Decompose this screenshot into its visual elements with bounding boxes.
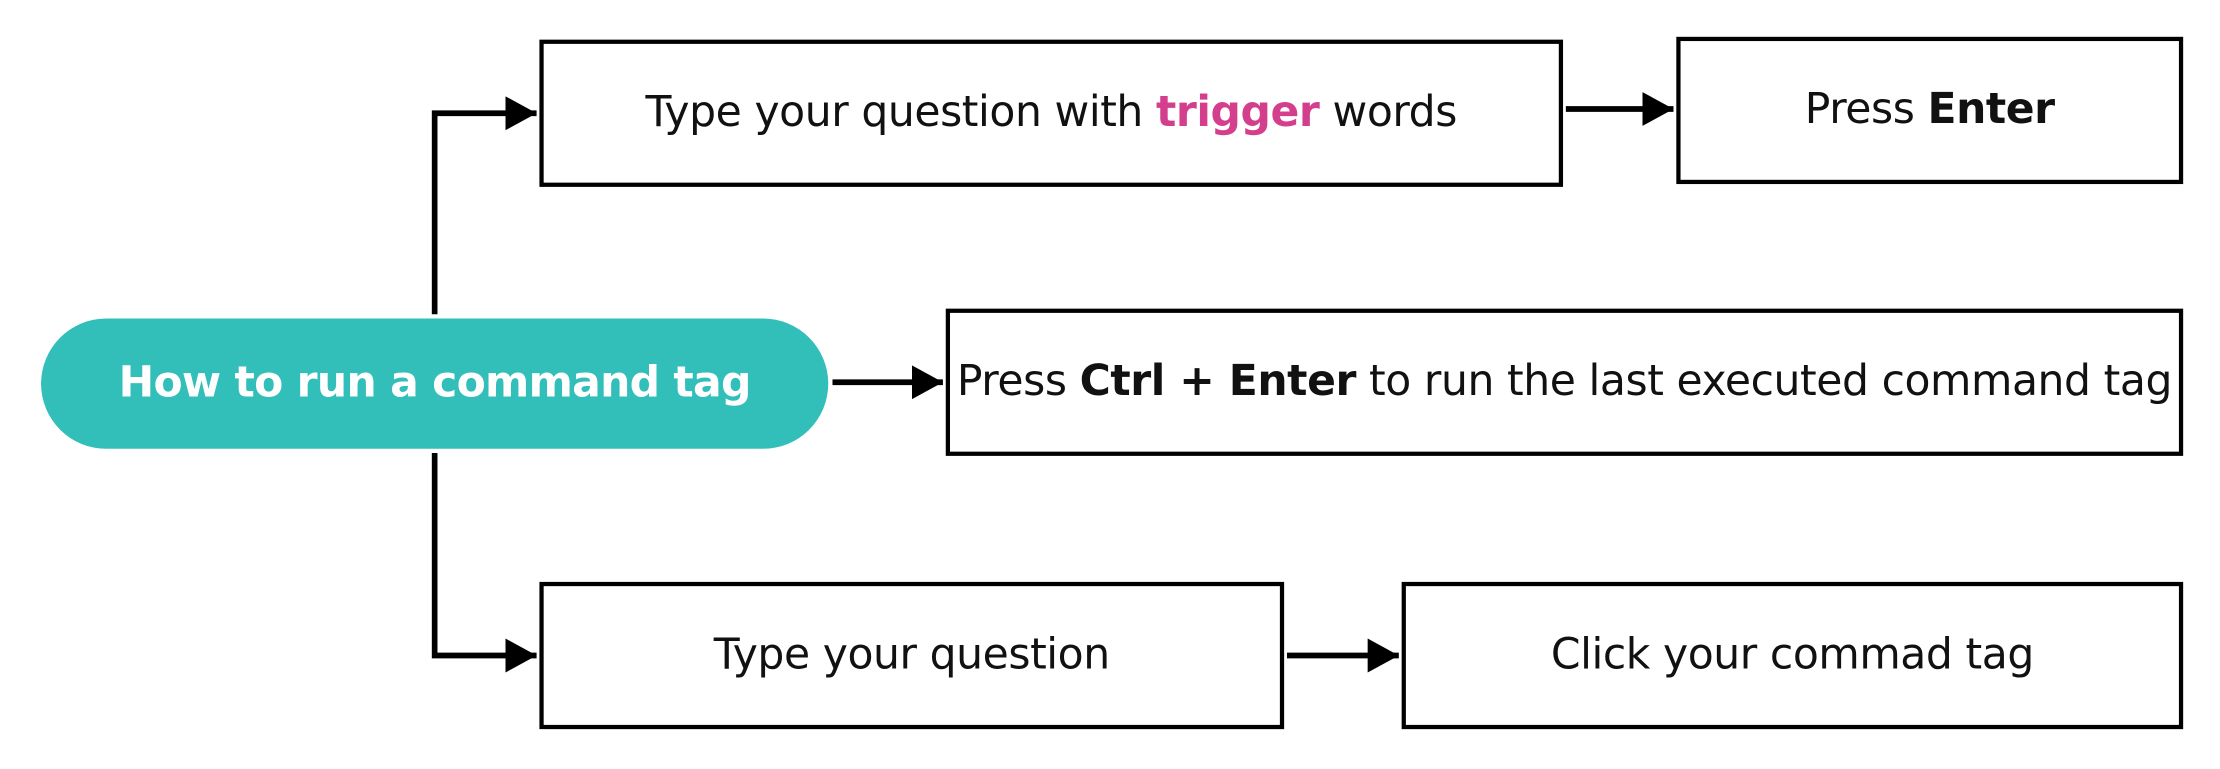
ctrl-enter-suffix: to run the last executed command tag	[1355, 356, 2173, 407]
step-click-tag-box: Click your commad tag	[1401, 581, 2184, 730]
step-press-enter-text: Press Enter	[1805, 88, 2055, 131]
step-type-question-box: Type your question	[539, 581, 1285, 730]
trigger-word-highlight: trigger	[1156, 87, 1320, 138]
step-click-tag-text: Click your commad tag	[1550, 630, 2034, 680]
step-ctrl-enter-box: Press Ctrl + Enter to run the last execu…	[945, 308, 2184, 456]
ctrl-enter-keys: Ctrl + Enter	[1079, 356, 1357, 407]
connector-root-to-trigger-step	[431, 96, 537, 315]
enter-key-label: Enter	[1927, 84, 2056, 135]
step-ctrl-enter-text: Press Ctrl + Enter to run the last execu…	[957, 360, 2173, 403]
ctrl-enter-prefix: Press	[956, 356, 1080, 407]
step-type-with-trigger-box: Type your question with trigger words	[539, 39, 1564, 187]
step-type-with-trigger-text: Type your question with trigger words	[646, 91, 1458, 134]
step-type-question-text: Type your question	[713, 630, 1110, 680]
connector-root-to-type-step	[431, 453, 537, 673]
root-node-label: How to run a command tag	[118, 358, 752, 408]
press-enter-prefix: Press	[1804, 84, 1928, 135]
step-press-enter-box: Press Enter	[1676, 36, 2184, 185]
trigger-text-before: Type your question with	[645, 87, 1157, 138]
trigger-text-after: words	[1319, 87, 1458, 138]
root-node-pill: How to run a command tag	[41, 318, 829, 449]
flowchart: How to run a command tag Type your quest…	[0, 0, 2220, 769]
